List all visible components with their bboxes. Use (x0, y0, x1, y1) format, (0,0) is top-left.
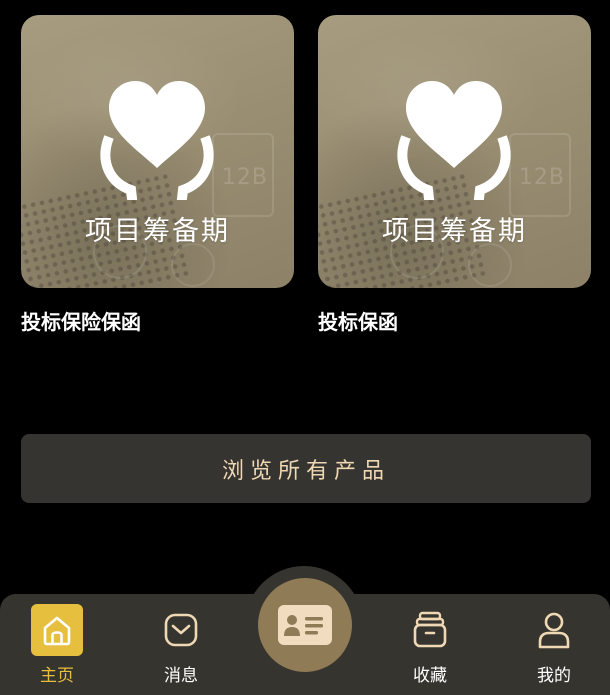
tab-home[interactable]: 主页 (7, 594, 107, 695)
tab-messages[interactable]: 消息 (131, 594, 231, 695)
id-card-icon (278, 605, 332, 645)
image-caption: 项目筹备期 (85, 216, 230, 247)
product-title[interactable]: 投标保险保函 (21, 308, 294, 336)
id-card-button[interactable] (258, 578, 352, 672)
home-icon (31, 604, 83, 656)
browse-all-products-button[interactable]: 浏览所有产品 (21, 434, 591, 503)
tab-favorites[interactable]: 收藏 (380, 594, 480, 695)
tab-mine[interactable]: 我的 (504, 594, 604, 695)
product-image[interactable]: 12B 项目筹备期 (318, 15, 591, 288)
heart-hands-icon (100, 81, 214, 200)
tab-label: 消息 (164, 666, 198, 686)
product-card[interactable]: 12B 项目筹备期 投标保函 (318, 15, 591, 336)
product-card[interactable]: 12B 项目筹备期 投标保险保函 (21, 15, 294, 336)
image-decoration (468, 243, 512, 287)
tab-label: 主页 (40, 666, 74, 686)
product-image[interactable]: 12B 项目筹备期 (21, 15, 294, 288)
user-icon (528, 604, 580, 656)
image-caption: 项目筹备期 (382, 216, 527, 247)
image-decoration (171, 243, 215, 287)
product-title[interactable]: 投标保函 (318, 308, 591, 336)
tab-label: 我的 (537, 666, 571, 686)
tab-label: 收藏 (413, 666, 447, 686)
heart-hands-icon (397, 81, 511, 200)
favorites-box-icon (404, 604, 456, 656)
message-icon (155, 604, 207, 656)
